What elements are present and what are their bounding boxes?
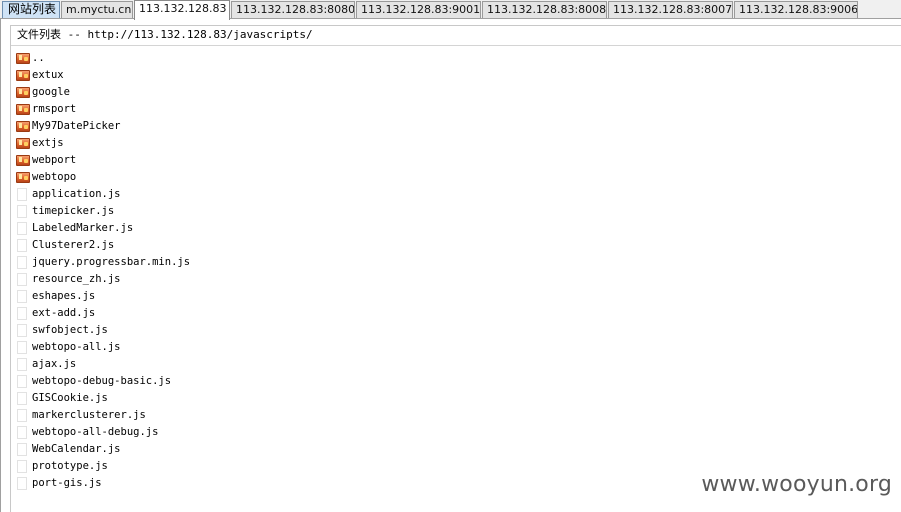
folder-icon	[16, 172, 30, 183]
folder-icon	[16, 53, 30, 64]
folder-icon	[16, 104, 30, 115]
folder-name[interactable]: My97DatePicker	[32, 118, 121, 135]
tab-content: 文件列表 -- http://113.132.128.83/javascript…	[0, 19, 901, 512]
file-name[interactable]: ext-add.js	[32, 305, 95, 322]
file-icon	[17, 443, 27, 456]
file-icon	[17, 290, 27, 303]
file-list-header: 文件列表 -- http://113.132.128.83/javascript…	[11, 26, 901, 46]
folder-name[interactable]: webtopo	[32, 169, 76, 186]
file-icon	[17, 392, 27, 405]
tab-m-myctu-cn[interactable]: m.myctu.cn	[61, 1, 133, 18]
file-icon	[17, 375, 27, 388]
file-name[interactable]: timepicker.js	[32, 203, 114, 220]
tab-113-132-128-83-8007[interactable]: 113.132.128.83:8007	[608, 1, 733, 18]
folder-icon	[16, 138, 30, 149]
file-name[interactable]: swfobject.js	[32, 322, 108, 339]
file-icon	[17, 324, 27, 337]
folder-icon	[16, 155, 30, 166]
tab-113-132-128-83-9006[interactable]: 113.132.128.83:9006	[734, 1, 858, 18]
tab-113-132-128-83[interactable]: 113.132.128.83	[134, 0, 230, 20]
file-icon	[17, 307, 27, 320]
tab-113-132-128-83-9001[interactable]: 113.132.128.83:9001	[356, 1, 481, 18]
file-name[interactable]: GISCookie.js	[32, 390, 108, 407]
folder-icon	[16, 87, 30, 98]
file-icon	[17, 477, 27, 490]
folder-name[interactable]: extux	[32, 67, 64, 84]
file-icon	[17, 409, 27, 422]
file-name[interactable]: LabeledMarker.js	[32, 220, 133, 237]
file-icon	[17, 239, 27, 252]
file-name[interactable]: Clusterer2.js	[32, 237, 114, 254]
tab-bar: 网站列表 m.myctu.cn 113.132.128.83 113.132.1…	[0, 0, 901, 20]
file-name[interactable]: webtopo-all.js	[32, 339, 121, 356]
tab-113-132-128-83-8080[interactable]: 113.132.128.83:8080	[231, 1, 355, 18]
file-icon	[17, 273, 27, 286]
file-name[interactable]: eshapes.js	[32, 288, 95, 305]
file-icon	[17, 341, 27, 354]
directory-path: http://113.132.128.83/javascripts/	[87, 28, 313, 41]
file-name[interactable]: jquery.progressbar.min.js	[32, 254, 190, 271]
folder-icon	[16, 70, 30, 81]
folder-name[interactable]: rmsport	[32, 101, 76, 118]
file-name[interactable]: webtopo-debug-basic.js	[32, 373, 171, 390]
file-icon	[17, 256, 27, 269]
file-name[interactable]: resource_zh.js	[32, 271, 121, 288]
watermark: www.wooyun.org	[701, 472, 892, 497]
file-icon	[17, 188, 27, 201]
file-icon	[17, 426, 27, 439]
file-name[interactable]: webtopo-all-debug.js	[32, 424, 158, 441]
file-name[interactable]: ajax.js	[32, 356, 76, 373]
file-name[interactable]: application.js	[32, 186, 121, 203]
file-name[interactable]: prototype.js	[32, 458, 108, 475]
file-icon	[17, 222, 27, 235]
file-name[interactable]: WebCalendar.js	[32, 441, 121, 458]
folder-name[interactable]: google	[32, 84, 70, 101]
file-icon	[17, 460, 27, 473]
file-list-panel: 文件列表 -- http://113.132.128.83/javascript…	[10, 25, 901, 512]
file-name[interactable]: port-gis.js	[32, 475, 102, 492]
tab-site-list[interactable]: 网站列表	[2, 1, 60, 18]
header-separator: --	[61, 28, 88, 41]
file-icon	[17, 358, 27, 371]
file-list-title: 文件列表	[17, 28, 61, 41]
file-icon	[17, 205, 27, 218]
folder-name[interactable]: extjs	[32, 135, 64, 152]
folder-name[interactable]: webport	[32, 152, 76, 169]
folder-icon	[16, 121, 30, 132]
file-name[interactable]: markerclusterer.js	[32, 407, 146, 424]
folder-name[interactable]: ..	[32, 50, 45, 67]
tab-113-132-128-83-8008[interactable]: 113.132.128.83:8008	[482, 1, 607, 18]
